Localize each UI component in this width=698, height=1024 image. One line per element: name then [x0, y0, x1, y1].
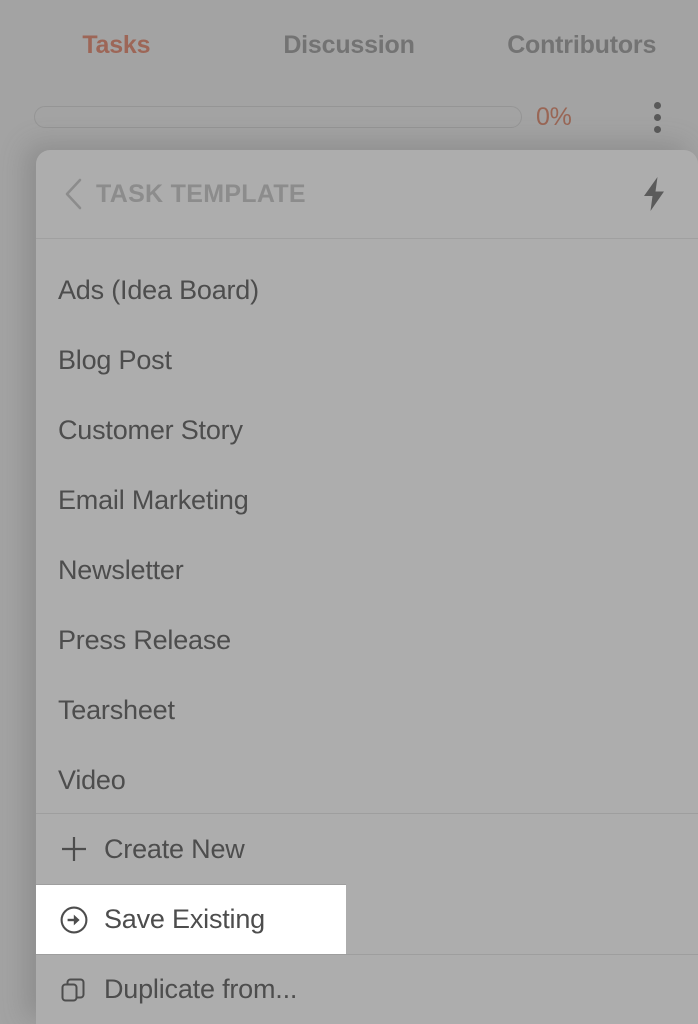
chevron-left-icon[interactable]	[58, 178, 88, 210]
kebab-menu-icon[interactable]	[642, 95, 676, 139]
plus-icon	[58, 833, 90, 865]
circle-arrow-right-icon	[58, 904, 90, 936]
kebab-dot	[653, 125, 661, 133]
list-item[interactable]: Tearsheet	[36, 675, 698, 745]
list-item[interactable]: Customer Story	[36, 395, 698, 465]
sheet-header: TASK TEMPLATE	[36, 150, 698, 239]
sheet-title: TASK TEMPLATE	[96, 179, 306, 208]
tab-discussion-label: Discussion	[283, 30, 415, 59]
template-item-label: Ads (Idea Board)	[58, 274, 259, 305]
save-existing-label: Save Existing	[104, 904, 265, 934]
sheet-actions: Create New Save Existing Duplicate from.…	[36, 813, 698, 1024]
list-item[interactable]: Video	[36, 745, 698, 813]
tab-contributors-label: Contributors	[507, 30, 657, 59]
duplicate-from-button[interactable]: Duplicate from...	[36, 954, 698, 1024]
tab-contributors[interactable]: Contributors	[465, 27, 698, 58]
tab-tasks[interactable]: Tasks	[0, 27, 233, 58]
progress-bar[interactable]	[34, 106, 522, 128]
template-item-label: Newsletter	[58, 554, 184, 585]
kebab-dot	[653, 101, 661, 109]
tab-tasks-label: Tasks	[82, 30, 151, 59]
template-item-label: Press Release	[58, 624, 231, 655]
create-new-button[interactable]: Create New	[36, 814, 698, 884]
list-item[interactable]: Blog Post	[36, 325, 698, 395]
template-item-label: Tearsheet	[58, 694, 175, 725]
template-item-label: Customer Story	[58, 414, 243, 445]
template-item-label: Email Marketing	[58, 484, 249, 515]
template-list: Ads (Idea Board) Blog Post Customer Stor…	[36, 239, 698, 813]
duplicate-icon	[58, 974, 90, 1006]
template-item-label: Video	[58, 764, 126, 795]
tab-bar: Tasks Discussion Contributors	[0, 0, 698, 84]
kebab-dot	[653, 113, 661, 121]
list-item[interactable]: Email Marketing	[36, 465, 698, 535]
save-existing-button[interactable]: Save Existing	[36, 884, 346, 954]
lightning-bolt-icon[interactable]	[636, 176, 672, 212]
list-item[interactable]: Ads (Idea Board)	[36, 255, 698, 325]
template-item-label: Blog Post	[58, 344, 172, 375]
progress-row: 0%	[0, 84, 698, 150]
list-item[interactable]: Newsletter	[36, 535, 698, 605]
duplicate-from-label: Duplicate from...	[104, 974, 298, 1004]
tab-discussion[interactable]: Discussion	[233, 27, 466, 58]
create-new-label: Create New	[104, 833, 245, 864]
list-item[interactable]: Press Release	[36, 605, 698, 675]
task-template-sheet: TASK TEMPLATE Ads (Idea Board) Blog Post…	[36, 150, 698, 1024]
progress-percent-label: 0%	[536, 102, 572, 131]
